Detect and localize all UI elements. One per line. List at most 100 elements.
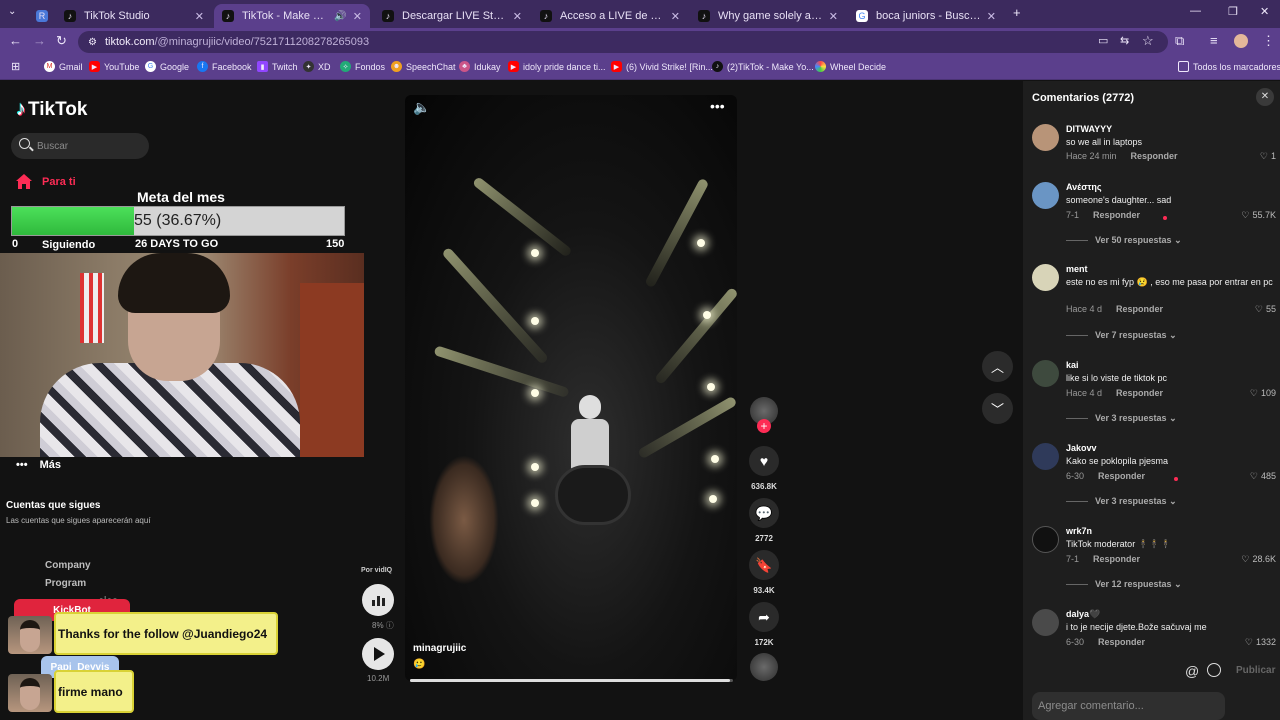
tab-2[interactable]: ♪ Descargar LIVE Studio | TikTok ✕ — [374, 4, 530, 28]
comment-user[interactable]: ment — [1066, 264, 1088, 274]
translate-icon[interactable]: ⇆ — [1120, 34, 1129, 47]
bookmark-item[interactable]: Wheel Decide — [815, 61, 886, 72]
forward-icon[interactable]: → — [33, 33, 46, 48]
search-input[interactable]: Buscar — [11, 133, 149, 159]
close-tab-icon[interactable]: ✕ — [829, 10, 838, 23]
close-tab-icon[interactable]: ✕ — [513, 10, 522, 23]
media-icon[interactable]: ≡ — [1210, 33, 1218, 48]
emoji-icon[interactable] — [1207, 663, 1221, 677]
reload-icon[interactable]: ↻ — [56, 33, 67, 49]
previous-video-button[interactable]: ︿ — [982, 351, 1013, 382]
comment-likes[interactable]: ♡ 55 — [1255, 304, 1276, 315]
bookmark-icon[interactable]: 🔖 — [749, 550, 779, 580]
comment-likes[interactable]: ♡ 28.6K — [1241, 554, 1276, 565]
comment-user[interactable]: DITWAYYY — [1066, 124, 1112, 134]
bookmark-item[interactable]: ☻ SpeechChat — [391, 61, 456, 72]
avatar[interactable] — [1032, 526, 1059, 553]
avatar[interactable] — [1032, 609, 1059, 636]
reply-button[interactable]: Responder — [1098, 471, 1145, 481]
bookmark-item[interactable]: ♪ (2)TikTok - Make Yo... — [712, 61, 814, 72]
bookmark-item[interactable]: ▶ idoly pride dance ti... — [508, 61, 606, 72]
reply-button[interactable]: Responder — [1131, 151, 1178, 161]
profile-tab[interactable]: R — [28, 4, 52, 28]
footer-program[interactable]: Program — [45, 578, 86, 589]
comment-input[interactable] — [1032, 692, 1225, 720]
tab-4[interactable]: ♪ Why game solely as a hobby at ✕ — [690, 4, 846, 28]
comment-likes[interactable]: ♡ 485 — [1250, 471, 1276, 482]
tab-5[interactable]: Gboca juniors - Buscar con Goog ✕ — [848, 4, 1004, 28]
video-author[interactable]: minagrujiic — [413, 643, 466, 654]
close-window-icon[interactable]: ✕ — [1260, 5, 1269, 18]
avatar[interactable] — [1032, 124, 1059, 151]
apps-icon[interactable]: ⊞ — [11, 60, 20, 73]
comment-likes[interactable]: ♡ 1332 — [1245, 637, 1276, 647]
view-replies-button[interactable]: Ver 12 respuestas ⌄ — [1066, 579, 1182, 590]
share-icon[interactable]: ➦ — [749, 602, 779, 632]
tab-3[interactable]: ♪ Acceso a LIVE de TikTok ✕ — [532, 4, 688, 28]
comment-icon[interactable]: 💬 — [749, 498, 779, 528]
close-tab-icon[interactable]: ✕ — [671, 10, 680, 23]
video-menu-icon[interactable]: ••• — [710, 98, 725, 114]
view-replies-button[interactable]: Ver 50 respuestas ⌄ — [1066, 235, 1182, 246]
comment-user[interactable]: Jakovv — [1066, 443, 1097, 453]
comment-likes[interactable]: ♡ 109 — [1250, 388, 1276, 399]
avatar[interactable] — [1032, 264, 1059, 291]
volume-icon[interactable]: 🔈 — [413, 99, 430, 116]
back-icon[interactable]: ← — [9, 33, 22, 48]
avatar[interactable] — [1032, 360, 1059, 387]
vidiq-button[interactable] — [362, 584, 394, 616]
publish-button[interactable]: Publicar — [1236, 665, 1275, 676]
avatar[interactable] — [1234, 34, 1248, 48]
sound-avatar[interactable] — [750, 653, 778, 681]
close-tab-icon[interactable]: ✕ — [353, 10, 362, 23]
close-comments-button[interactable]: ✕ — [1256, 88, 1274, 106]
comment-action[interactable]: 💬 2772 — [749, 498, 779, 543]
nav-siguiendo[interactable]: Siguiendo — [16, 239, 95, 251]
follow-plus-icon[interactable]: + — [757, 419, 771, 433]
bookmark-item[interactable]: G Google — [145, 61, 189, 72]
address-bar[interactable]: ⚙ tiktok.com/@minagrujiic/video/75217112… — [78, 31, 1168, 53]
tab-search-icon[interactable]: ⌄ — [8, 6, 16, 17]
bookmark-star-icon[interactable]: ☆ — [1142, 33, 1154, 49]
bookmark-item[interactable]: ♣ Idukay — [459, 61, 501, 72]
footer-company[interactable]: Company — [45, 560, 91, 571]
video-player[interactable] — [405, 95, 737, 681]
reply-button[interactable]: Responder — [1098, 637, 1145, 647]
bookmark-item[interactable]: ▶ (6) Vivid Strike! [Rin... — [611, 61, 713, 72]
reply-button[interactable]: Responder — [1093, 210, 1140, 220]
like-action[interactable]: ♥ 636.8K — [749, 446, 779, 491]
tab-0[interactable]: ♪ TikTok Studio ✕ — [56, 4, 212, 28]
cast-icon[interactable]: ▭ — [1098, 34, 1108, 47]
bookmark-item[interactable]: ✧ Fondos — [340, 61, 385, 72]
mention-icon[interactable]: @ — [1185, 663, 1199, 679]
heart-icon[interactable]: ♥ — [749, 446, 779, 476]
view-replies-button[interactable]: Ver 3 respuestas ⌄ — [1066, 413, 1177, 424]
play-button[interactable] — [362, 638, 394, 670]
new-tab-icon[interactable]: + — [1013, 5, 1021, 20]
bookmark-item[interactable]: ▶ YouTube — [89, 61, 139, 72]
close-tab-icon[interactable]: ✕ — [987, 10, 996, 23]
bookmark-item[interactable]: ✦ XD — [303, 61, 331, 72]
save-action[interactable]: 🔖 93.4K — [749, 550, 779, 595]
comment-likes[interactable]: ♡ 1 — [1260, 151, 1276, 162]
info-icon[interactable]: ⓘ — [386, 621, 394, 630]
tab-1[interactable]: ♪ TikTok - Make Your Day 🔊 ✕ — [214, 4, 370, 28]
comment-user[interactable]: kai — [1066, 360, 1079, 370]
close-tab-icon[interactable]: ✕ — [195, 10, 204, 23]
bookmark-item[interactable]: ▮ Twitch — [257, 61, 298, 72]
comment-user[interactable]: wrk7n — [1066, 526, 1092, 536]
minimize-icon[interactable]: — — [1190, 5, 1201, 17]
view-replies-button[interactable]: Ver 7 respuestas ⌄ — [1066, 330, 1177, 341]
bookmark-item[interactable]: M Gmail — [44, 61, 83, 72]
extensions-icon[interactable]: ⧉ — [1175, 33, 1184, 49]
comment-likes[interactable]: ♡ 55.7K — [1241, 210, 1276, 221]
share-action[interactable]: ➦ 172K — [749, 602, 779, 647]
menu-icon[interactable]: ⋮ — [1262, 33, 1275, 49]
nav-mas[interactable]: ••• Más — [16, 459, 61, 471]
all-bookmarks[interactable]: Todos los marcadores — [1178, 61, 1280, 72]
view-replies-button[interactable]: Ver 3 respuestas ⌄ — [1066, 496, 1177, 507]
video-progress-bar[interactable] — [410, 679, 733, 682]
restore-icon[interactable]: ❐ — [1228, 5, 1238, 18]
site-info-icon[interactable]: ⚙ — [88, 37, 97, 48]
comment-user[interactable]: dalya🖤 — [1066, 609, 1100, 620]
